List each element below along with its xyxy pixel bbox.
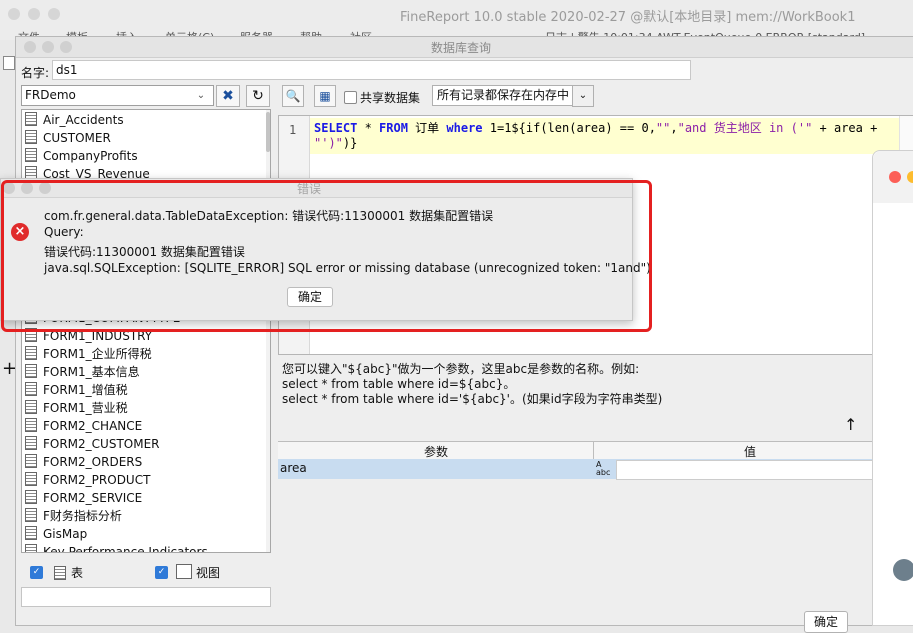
- background-window-titlebar: [873, 151, 913, 203]
- table-icon: [25, 382, 37, 396]
- list-item[interactable]: FORM1_营业税: [25, 399, 128, 417]
- list-item[interactable]: Air_Accidents: [25, 111, 124, 129]
- minimize-icon[interactable]: [28, 8, 40, 20]
- table-icon: [25, 490, 37, 504]
- table-icon: [25, 508, 37, 522]
- table-icon: [54, 566, 66, 580]
- zoom-icon[interactable]: [48, 8, 60, 20]
- parameter-table: 参数 值 area Aabc: [278, 441, 880, 481]
- view-icon: [176, 564, 192, 579]
- table-icon: [25, 346, 37, 360]
- table-filter-input[interactable]: [21, 587, 271, 607]
- table-icon: [25, 472, 37, 486]
- type-text-icon[interactable]: Aabc: [596, 461, 610, 477]
- memory-mode-select[interactable]: 所有记录都保存在内存中: [432, 85, 578, 106]
- param-value-input[interactable]: [616, 460, 880, 480]
- file-icon[interactable]: [3, 56, 15, 70]
- table-icon: [25, 364, 37, 378]
- list-item[interactable]: F财务指标分析: [25, 507, 122, 525]
- table-checkbox[interactable]: ✓: [30, 566, 43, 579]
- column-divider: [593, 442, 594, 459]
- view-check-label: 视图: [196, 566, 221, 580]
- table-icon: [25, 400, 37, 414]
- share-dataset-label: 共享数据集: [360, 91, 421, 105]
- list-item[interactable]: GisMap: [25, 525, 87, 543]
- preview-icon[interactable]: 🔍: [282, 85, 304, 107]
- table-icon: [25, 544, 37, 552]
- list-item[interactable]: FORM1_基本信息: [25, 363, 140, 381]
- parameter-hint: 您可以键入"${abc}"做为一个参数，这里abc是参数的名称。例如: sele…: [282, 362, 663, 406]
- value-column-header: 值: [744, 445, 757, 459]
- sql-toolbar: 🔍 ▦ 共享数据集 所有记录都保存在内存中 ⌄: [278, 85, 913, 109]
- table-icon: [25, 148, 37, 162]
- zoom-icon[interactable]: [60, 41, 72, 53]
- param-table-header: 参数 值: [278, 441, 878, 460]
- list-item[interactable]: Key Performance Indicators: [25, 543, 208, 552]
- param-name: area: [280, 461, 307, 475]
- table-icon: [25, 526, 37, 540]
- list-item[interactable]: CompanyProfits: [25, 147, 138, 165]
- chevron-down-icon[interactable]: ⌄: [572, 85, 594, 107]
- chevron-down-icon[interactable]: ⌄: [193, 86, 209, 105]
- app-titlebar: FineReport 10.0 stable 2020-02-27 @默认[本地…: [0, 0, 913, 29]
- list-item[interactable]: FORM2_PRODUCT: [25, 471, 150, 489]
- dialog-title: 数据库查询: [431, 41, 492, 55]
- connection-select[interactable]: FRDemo: [21, 85, 214, 106]
- table-icon: [25, 130, 37, 144]
- app-title: FineReport 10.0 stable 2020-02-27 @默认[本地…: [400, 10, 856, 25]
- close-icon[interactable]: [8, 8, 20, 20]
- ok-button[interactable]: 确定: [804, 611, 848, 633]
- table-icon: [25, 418, 37, 432]
- minimize-icon[interactable]: [42, 41, 54, 53]
- table-icon: [25, 112, 37, 126]
- sql-text[interactable]: SELECT * FROM 订单 where 1=1${if(len(area)…: [314, 121, 879, 151]
- list-item[interactable]: FORM2_CUSTOMER: [25, 435, 160, 453]
- param-column-header: 参数: [424, 445, 449, 459]
- list-item[interactable]: FORM2_ORDERS: [25, 453, 142, 471]
- view-checkbox[interactable]: ✓: [155, 566, 168, 579]
- name-input[interactable]: ds1: [52, 60, 691, 80]
- arrow-up-icon[interactable]: ↑: [844, 415, 857, 434]
- list-item[interactable]: FORM1_企业所得税: [25, 345, 152, 363]
- share-dataset-checkbox[interactable]: [344, 91, 357, 104]
- list-item[interactable]: CUSTOMER: [25, 129, 111, 147]
- background-window: [872, 150, 913, 626]
- list-item[interactable]: FORM1_增值税: [25, 381, 128, 399]
- avatar[interactable]: [893, 559, 913, 581]
- close-icon[interactable]: [24, 41, 36, 53]
- table-icon: [25, 454, 37, 468]
- line-number: 1: [289, 123, 297, 137]
- tools-icon[interactable]: ✖: [216, 85, 240, 107]
- name-label: 名字:: [21, 66, 50, 80]
- save-icon[interactable]: ▦: [314, 85, 336, 107]
- scrollbar-thumb[interactable]: [266, 112, 270, 152]
- list-item[interactable]: FORM2_CHANCE: [25, 417, 142, 435]
- close-icon[interactable]: [889, 171, 901, 183]
- table-row[interactable]: area Aabc: [278, 459, 880, 480]
- table-icon: [25, 436, 37, 450]
- refresh-icon[interactable]: ↻: [246, 85, 270, 107]
- table-check-label: 表: [71, 566, 84, 580]
- list-item[interactable]: FORM2_SERVICE: [25, 489, 142, 507]
- dialog-titlebar: 数据库查询: [16, 37, 913, 58]
- highlight-outline: [1, 180, 652, 332]
- minimize-icon[interactable]: [907, 171, 913, 183]
